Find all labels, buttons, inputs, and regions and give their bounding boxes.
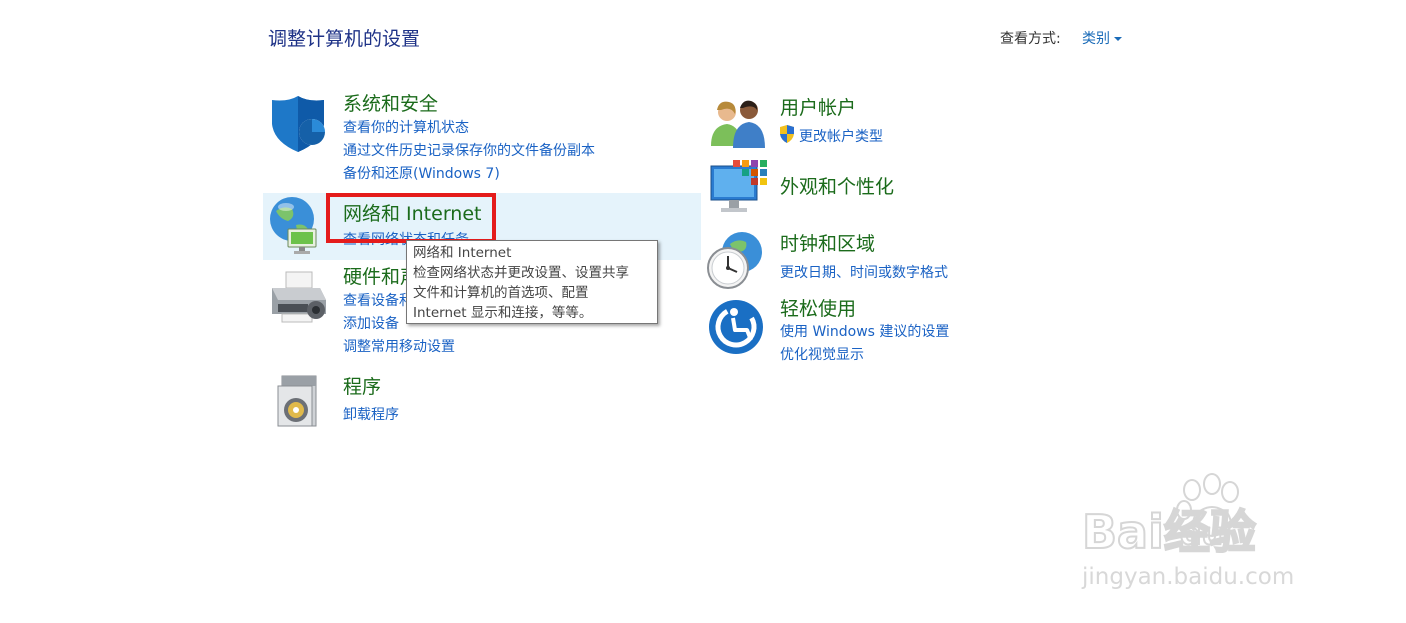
link-uninstall-program[interactable]: 卸载程序 <box>343 404 399 424</box>
link-change-account-type[interactable]: 更改帐户类型 <box>799 126 883 146</box>
view-by-value: 类别 <box>1082 31 1110 47</box>
category-clock-region[interactable]: 时钟和区域 <box>780 229 875 256</box>
link-date-time-format[interactable]: 更改日期、时间或数字格式 <box>780 262 948 282</box>
link-file-history[interactable]: 通过文件历史记录保存你的文件备份副本 <box>343 140 595 160</box>
view-by-label: 查看方式: <box>1000 31 1061 47</box>
link-backup-restore[interactable]: 备份和还原(Windows 7) <box>343 163 500 183</box>
clock-globe-icon <box>707 232 762 289</box>
network-globe-icon <box>270 197 317 254</box>
category-system-security[interactable]: 系统和安全 <box>343 89 438 116</box>
tooltip-line: 检查网络状态并更改设置、设置共享 <box>413 265 629 281</box>
watermark-logo-text: Bai经验 <box>1082 505 1256 559</box>
baidu-jingyan-watermark: Bai经验 du jingyan.baidu.com <box>1081 473 1294 590</box>
watermark-url: jingyan.baidu.com <box>1081 564 1294 590</box>
link-add-device[interactable]: 添加设备 <box>343 313 399 333</box>
link-optimize-visual-display[interactable]: 优化视觉显示 <box>780 344 864 364</box>
category-appearance-personalization[interactable]: 外观和个性化 <box>780 172 894 199</box>
link-view-computer-status[interactable]: 查看你的计算机状态 <box>343 117 469 137</box>
programs-icon <box>277 375 317 427</box>
page-title: 调整计算机的设置 <box>268 28 421 50</box>
uac-shield-icon <box>780 125 794 143</box>
tooltip-title: 网络和 Internet <box>413 245 512 261</box>
tooltip-line: 文件和计算机的首选项、配置 <box>413 285 589 301</box>
link-mobility-settings[interactable]: 调整常用移动设置 <box>343 336 455 356</box>
watermark-logo-du: du <box>1180 517 1223 552</box>
tooltip-line: Internet 显示和连接，等等。 <box>413 305 593 321</box>
shield-icon <box>272 96 325 152</box>
users-icon <box>711 100 765 148</box>
category-programs[interactable]: 程序 <box>343 372 381 399</box>
category-ease-of-access[interactable]: 轻松使用 <box>780 294 856 321</box>
highlight-box <box>326 193 496 243</box>
link-recommended-settings[interactable]: 使用 Windows 建议的设置 <box>780 321 949 341</box>
tooltip: 网络和 Internet 检查网络状态并更改设置、设置共享 文件和计算机的首选项… <box>406 240 658 324</box>
printer-icon <box>272 271 326 323</box>
chevron-down-icon <box>1114 37 1122 41</box>
ease-of-access-icon <box>709 300 763 354</box>
monitor-icon <box>710 160 767 212</box>
view-by-dropdown[interactable]: 类别 <box>1082 28 1122 48</box>
category-user-accounts[interactable]: 用户帐户 <box>780 93 856 120</box>
